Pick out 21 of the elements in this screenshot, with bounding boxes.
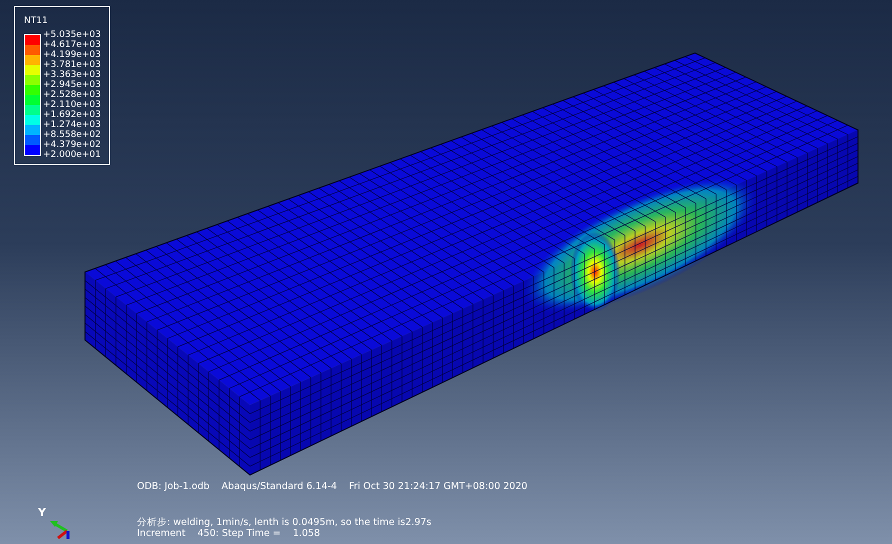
legend-value: +3.363e+03 bbox=[43, 70, 101, 80]
legend-value: +4.379e+02 bbox=[43, 140, 101, 150]
legend-value: +2.528e+03 bbox=[43, 90, 101, 100]
legend-value: +4.617e+03 bbox=[43, 40, 101, 50]
legend-value: +3.781e+03 bbox=[43, 60, 101, 70]
solver-label: Abaqus/Standard 6.14-4 bbox=[222, 481, 337, 492]
odb-label: ODB: Job-1.odb bbox=[137, 481, 210, 492]
legend-value: +2.945e+03 bbox=[43, 80, 101, 90]
date-label: Fri Oct 30 21:24:17 GMT+08:00 2020 bbox=[348, 481, 528, 492]
axis-label: Y bbox=[38, 506, 46, 519]
legend-value: +4.199e+03 bbox=[43, 50, 101, 60]
legend-value: +5.035e+03 bbox=[43, 30, 101, 40]
step-info: 分析步: welding, 1min/s, lenth is 0.0495m, so the time is2.97s bbox=[137, 517, 432, 528]
axis-triad-icon bbox=[50, 521, 70, 539]
legend-value: +1.692e+03 bbox=[43, 110, 101, 120]
legend-value: +2.000e+01 bbox=[43, 150, 101, 160]
legend-value: +8.558e+02 bbox=[43, 130, 101, 140]
legend-value: +1.274e+03 bbox=[43, 120, 101, 130]
legend-title: NT11 bbox=[24, 16, 49, 26]
step-info: Increment 450: Step Time = 1.058 bbox=[137, 528, 322, 539]
legend-value: +2.110e+03 bbox=[43, 100, 101, 110]
